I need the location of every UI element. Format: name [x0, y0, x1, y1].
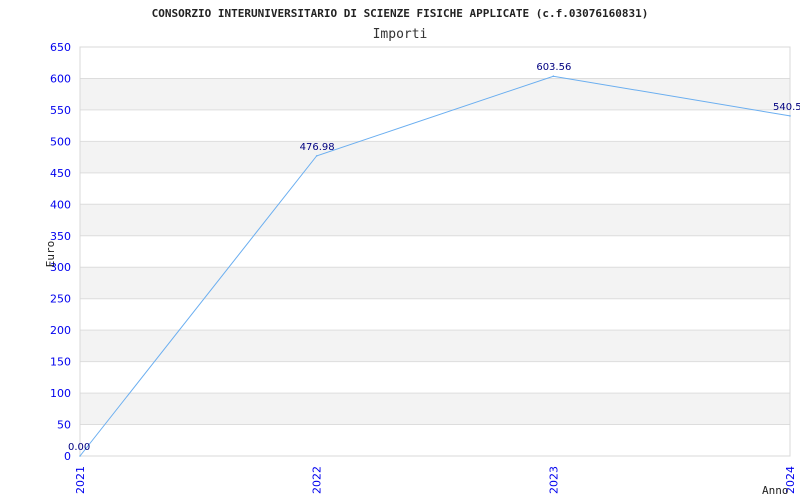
grid-band	[80, 330, 790, 362]
y-tick-label: 50	[57, 419, 71, 432]
grid-band	[80, 204, 790, 236]
y-tick-label: 500	[50, 135, 71, 148]
y-tick-label: 650	[50, 41, 71, 54]
line-chart: CONSORZIO INTERUNIVERSITARIO DI SCIENZE …	[44, 7, 800, 497]
y-tick-label: 600	[50, 72, 71, 85]
data-point	[789, 115, 791, 117]
y-tick-label: 150	[50, 356, 71, 369]
y-tick-label: 250	[50, 293, 71, 306]
grid-band	[80, 267, 790, 299]
grid-band	[80, 141, 790, 173]
data-label: 603.56	[536, 62, 571, 73]
y-tick-label: 450	[50, 167, 71, 180]
chart-title: CONSORZIO INTERUNIVERSITARIO DI SCIENZE …	[152, 7, 649, 20]
data-label: 540.5	[773, 102, 800, 113]
data-point	[79, 455, 81, 457]
y-tick-label: 100	[50, 387, 71, 400]
data-label: 0.00	[68, 442, 90, 453]
data-point	[552, 75, 555, 78]
x-tick-label: 2021	[74, 466, 87, 494]
chart-subtitle: Importi	[373, 27, 428, 42]
y-axis-label: Euro	[44, 241, 57, 268]
y-tick-label: 200	[50, 324, 71, 337]
grid-band	[80, 78, 790, 110]
data-point	[315, 155, 318, 157]
data-label: 476.98	[300, 142, 335, 153]
x-tick-label: 2023	[547, 466, 560, 494]
y-tick-label: 400	[50, 198, 71, 211]
x-tick-label: 2022	[311, 466, 324, 494]
grid-band	[80, 393, 790, 425]
y-tick-label: 550	[50, 104, 71, 117]
x-axis-label: Anno	[762, 484, 789, 497]
